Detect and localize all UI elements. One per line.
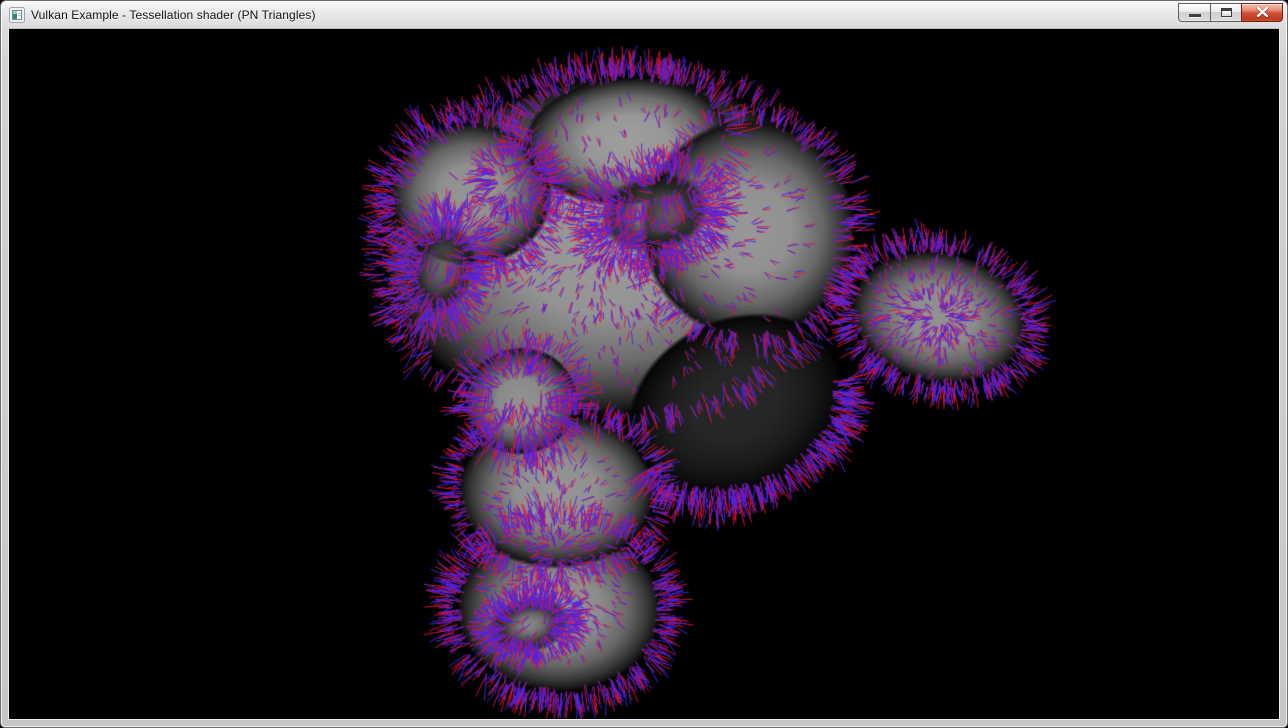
vulkan-app-icon	[9, 7, 25, 23]
window-controls	[1179, 3, 1283, 22]
close-icon	[1256, 7, 1269, 18]
render-client-area	[8, 28, 1280, 720]
close-button[interactable]	[1241, 3, 1283, 22]
viewport-canvas[interactable]	[9, 29, 1279, 719]
maximize-icon	[1221, 8, 1232, 17]
titlebar[interactable]: Vulkan Example - Tessellation shader (PN…	[1, 1, 1287, 28]
app-window: Vulkan Example - Tessellation shader (PN…	[0, 0, 1288, 728]
maximize-button[interactable]	[1210, 3, 1242, 22]
minimize-button[interactable]	[1178, 3, 1211, 22]
window-title: Vulkan Example - Tessellation shader (PN…	[31, 8, 316, 22]
minimize-icon	[1189, 14, 1201, 17]
